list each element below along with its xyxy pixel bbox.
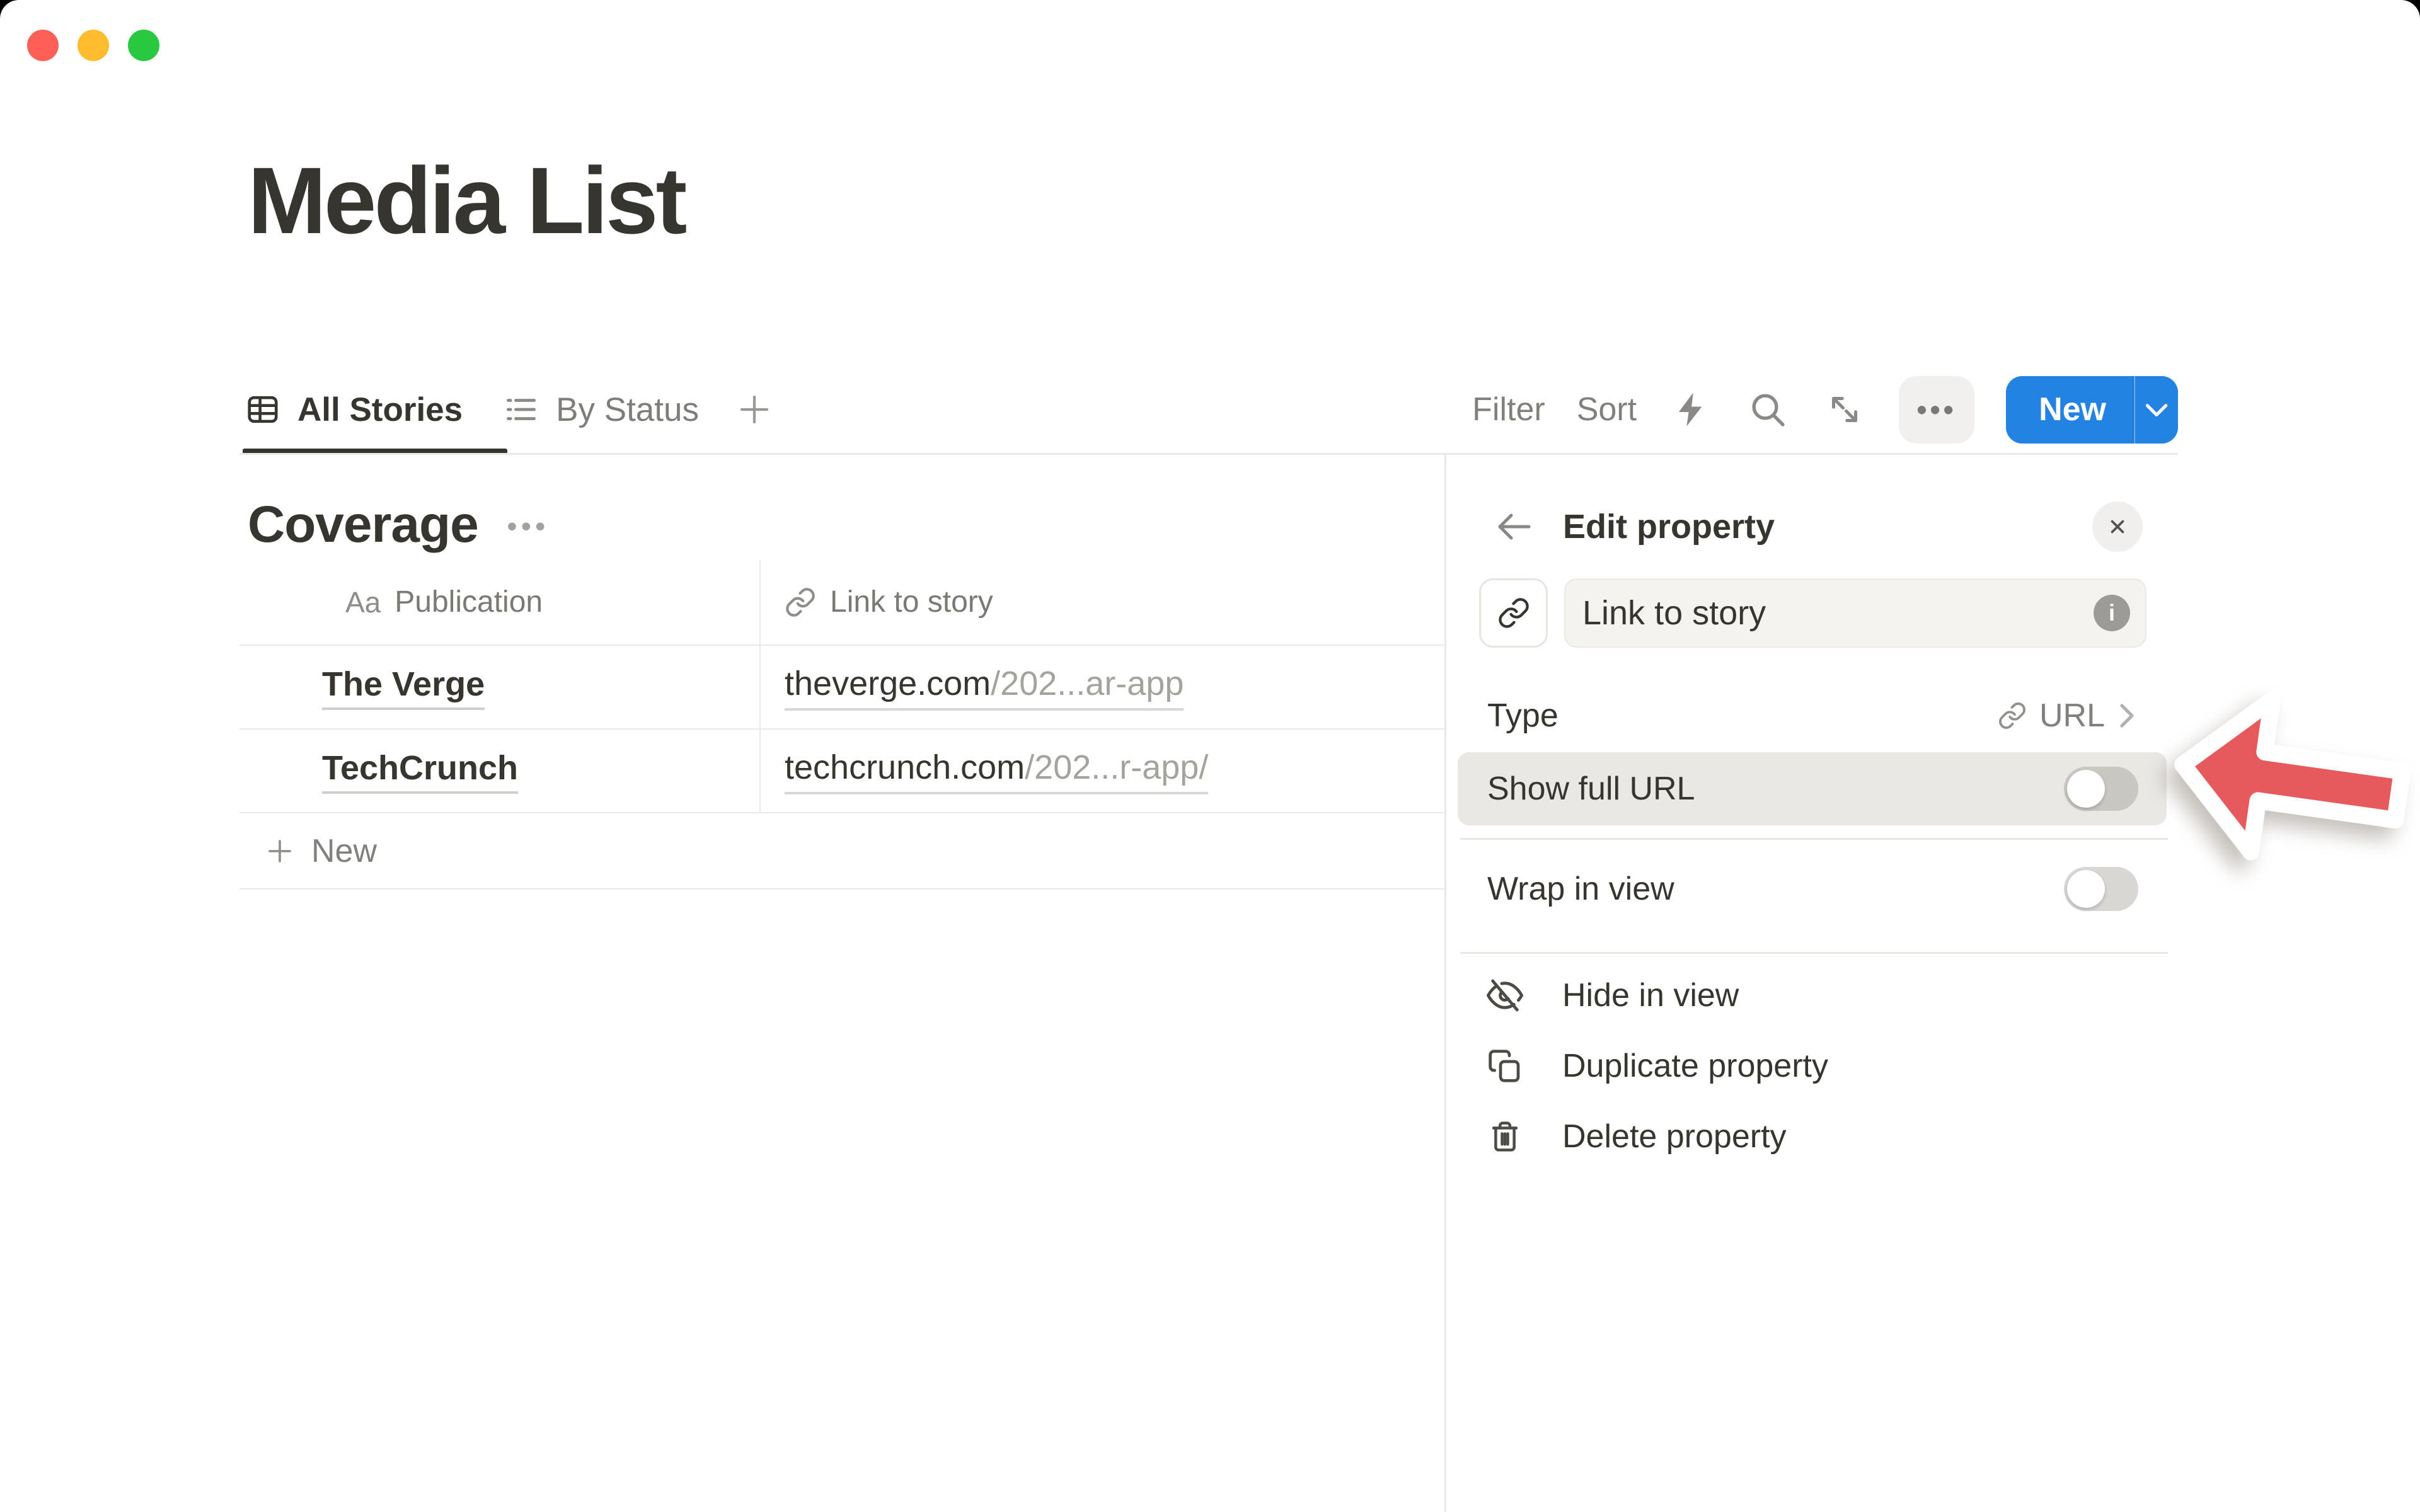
- show-full-url-row[interactable]: Show full URL: [1458, 752, 2167, 825]
- minimize-window-button[interactable]: [78, 30, 109, 61]
- add-row-label: New: [311, 832, 377, 870]
- filter-button[interactable]: Filter: [1472, 391, 1545, 428]
- column-label: Link to story: [830, 585, 993, 619]
- board-list-icon: [503, 391, 539, 428]
- property-actions-menu: Hide in view Duplicate property Delete p…: [1446, 960, 2178, 1172]
- toggle-knob: [2067, 870, 2105, 908]
- new-button-group: New: [2006, 376, 2178, 444]
- hide-in-view-item[interactable]: Hide in view: [1446, 960, 2178, 1031]
- window-controls: [27, 30, 159, 61]
- delete-property-item[interactable]: Delete property: [1446, 1101, 2178, 1172]
- menu-item-label: Hide in view: [1562, 976, 1739, 1014]
- view-options-button[interactable]: •••: [1899, 376, 1974, 444]
- view-toolbar: All Stories By Status Filter Sort: [239, 365, 2178, 454]
- lightning-icon: [1671, 389, 1711, 430]
- trash-icon: [1487, 1120, 1523, 1154]
- new-dropdown-button[interactable]: [2134, 376, 2178, 444]
- type-value-group: URL: [1998, 697, 2136, 735]
- table-row: TechCrunch techcrunch.com/202...r-app/: [239, 730, 1444, 813]
- column-label: Publication: [395, 585, 543, 619]
- property-type-row[interactable]: Type URL: [1446, 689, 2178, 742]
- sort-button[interactable]: Sort: [1577, 391, 1637, 428]
- title-property-icon: Aa: [345, 585, 381, 619]
- chevron-down-icon: [2145, 401, 2169, 418]
- edit-property-panel: Edit property Link to story i Type URL: [1446, 455, 2178, 1172]
- view-tabs: All Stories By Status: [239, 391, 773, 429]
- cell-publication[interactable]: The Verge: [239, 646, 761, 728]
- toggle-label: Show full URL: [1487, 770, 1695, 808]
- tab-label: All Stories: [297, 391, 463, 429]
- database-table: Aa Publication Link to story The Verge t…: [239, 559, 1444, 890]
- panel-section-divider: [1460, 952, 2168, 954]
- panel-header: Edit property: [1446, 491, 2178, 562]
- page-link[interactable]: TechCrunch: [322, 748, 518, 794]
- property-name-value: Link to story: [1582, 593, 1766, 633]
- database-title: Coverage: [248, 495, 478, 554]
- property-name-row: Link to story i: [1479, 578, 2146, 648]
- expand-window-button[interactable]: [128, 30, 159, 61]
- annotation-arrow-left: [2153, 663, 2420, 898]
- notion-window: Media List All Stories By Status Filter …: [0, 0, 2420, 1512]
- chevron-right-icon: [2118, 702, 2136, 730]
- url-link[interactable]: theverge.com/202...ar-app: [785, 664, 1184, 711]
- type-label: Type: [1487, 697, 1559, 735]
- page-title: Media List: [248, 153, 684, 248]
- tab-label: By Status: [556, 391, 699, 429]
- view-actions: Filter Sort ••• New: [1472, 376, 2178, 444]
- info-icon[interactable]: i: [2094, 595, 2130, 631]
- cell-link-to-story[interactable]: theverge.com/202...ar-app: [761, 646, 1444, 728]
- duplicate-property-item[interactable]: Duplicate property: [1446, 1031, 2178, 1101]
- close-icon: [2106, 515, 2129, 539]
- cell-publication[interactable]: TechCrunch: [239, 730, 761, 812]
- page-link[interactable]: The Verge: [322, 665, 485, 710]
- column-header-publication[interactable]: Aa Publication: [239, 559, 761, 644]
- table-view-icon: [245, 391, 281, 428]
- table-header-row: Aa Publication Link to story: [239, 559, 1444, 646]
- toggle-label: Wrap in view: [1487, 870, 1674, 908]
- menu-item-label: Delete property: [1562, 1118, 1787, 1155]
- link-icon: [1998, 701, 2027, 730]
- tab-by-status[interactable]: By Status: [498, 391, 704, 429]
- search-button[interactable]: [1745, 387, 1790, 432]
- panel-section-divider: [1460, 838, 2168, 840]
- search-icon: [1748, 389, 1788, 430]
- database-title-row: Coverage •••: [248, 495, 550, 554]
- expand-button[interactable]: [1822, 387, 1867, 432]
- menu-item-label: Duplicate property: [1562, 1047, 1828, 1085]
- property-name-input[interactable]: Link to story i: [1564, 578, 2146, 648]
- table-row: The Verge theverge.com/202...ar-app: [239, 646, 1444, 730]
- database-more-button[interactable]: •••: [507, 511, 550, 542]
- wrap-in-view-toggle[interactable]: [2064, 867, 2138, 911]
- close-window-button[interactable]: [27, 30, 59, 61]
- duplicate-icon: [1487, 1048, 1523, 1084]
- add-view-button[interactable]: [735, 391, 773, 428]
- new-button[interactable]: New: [2006, 376, 2134, 444]
- panel-title: Edit property: [1563, 507, 1775, 546]
- tab-all-stories[interactable]: All Stories: [239, 391, 468, 429]
- cell-link-to-story[interactable]: techcrunch.com/202...r-app/: [761, 730, 1444, 812]
- property-type-icon-button[interactable]: [1479, 578, 1548, 648]
- close-panel-button[interactable]: [2092, 501, 2143, 552]
- link-icon: [1497, 597, 1530, 629]
- toggle-knob: [2067, 770, 2105, 808]
- expand-diagonal-icon: [1826, 391, 1864, 428]
- back-icon[interactable]: [1492, 508, 1534, 545]
- column-header-link-to-story[interactable]: Link to story: [761, 559, 1444, 644]
- eye-off-icon: [1487, 977, 1523, 1014]
- link-icon: [785, 587, 816, 618]
- wrap-in-view-row[interactable]: Wrap in view: [1458, 852, 2167, 925]
- type-value: URL: [2039, 697, 2105, 735]
- show-full-url-toggle[interactable]: [2064, 767, 2138, 811]
- plus-icon: [265, 836, 295, 866]
- add-row-button[interactable]: New: [239, 813, 1444, 890]
- automations-button[interactable]: [1668, 387, 1714, 432]
- url-link[interactable]: techcrunch.com/202...r-app/: [785, 748, 1208, 794]
